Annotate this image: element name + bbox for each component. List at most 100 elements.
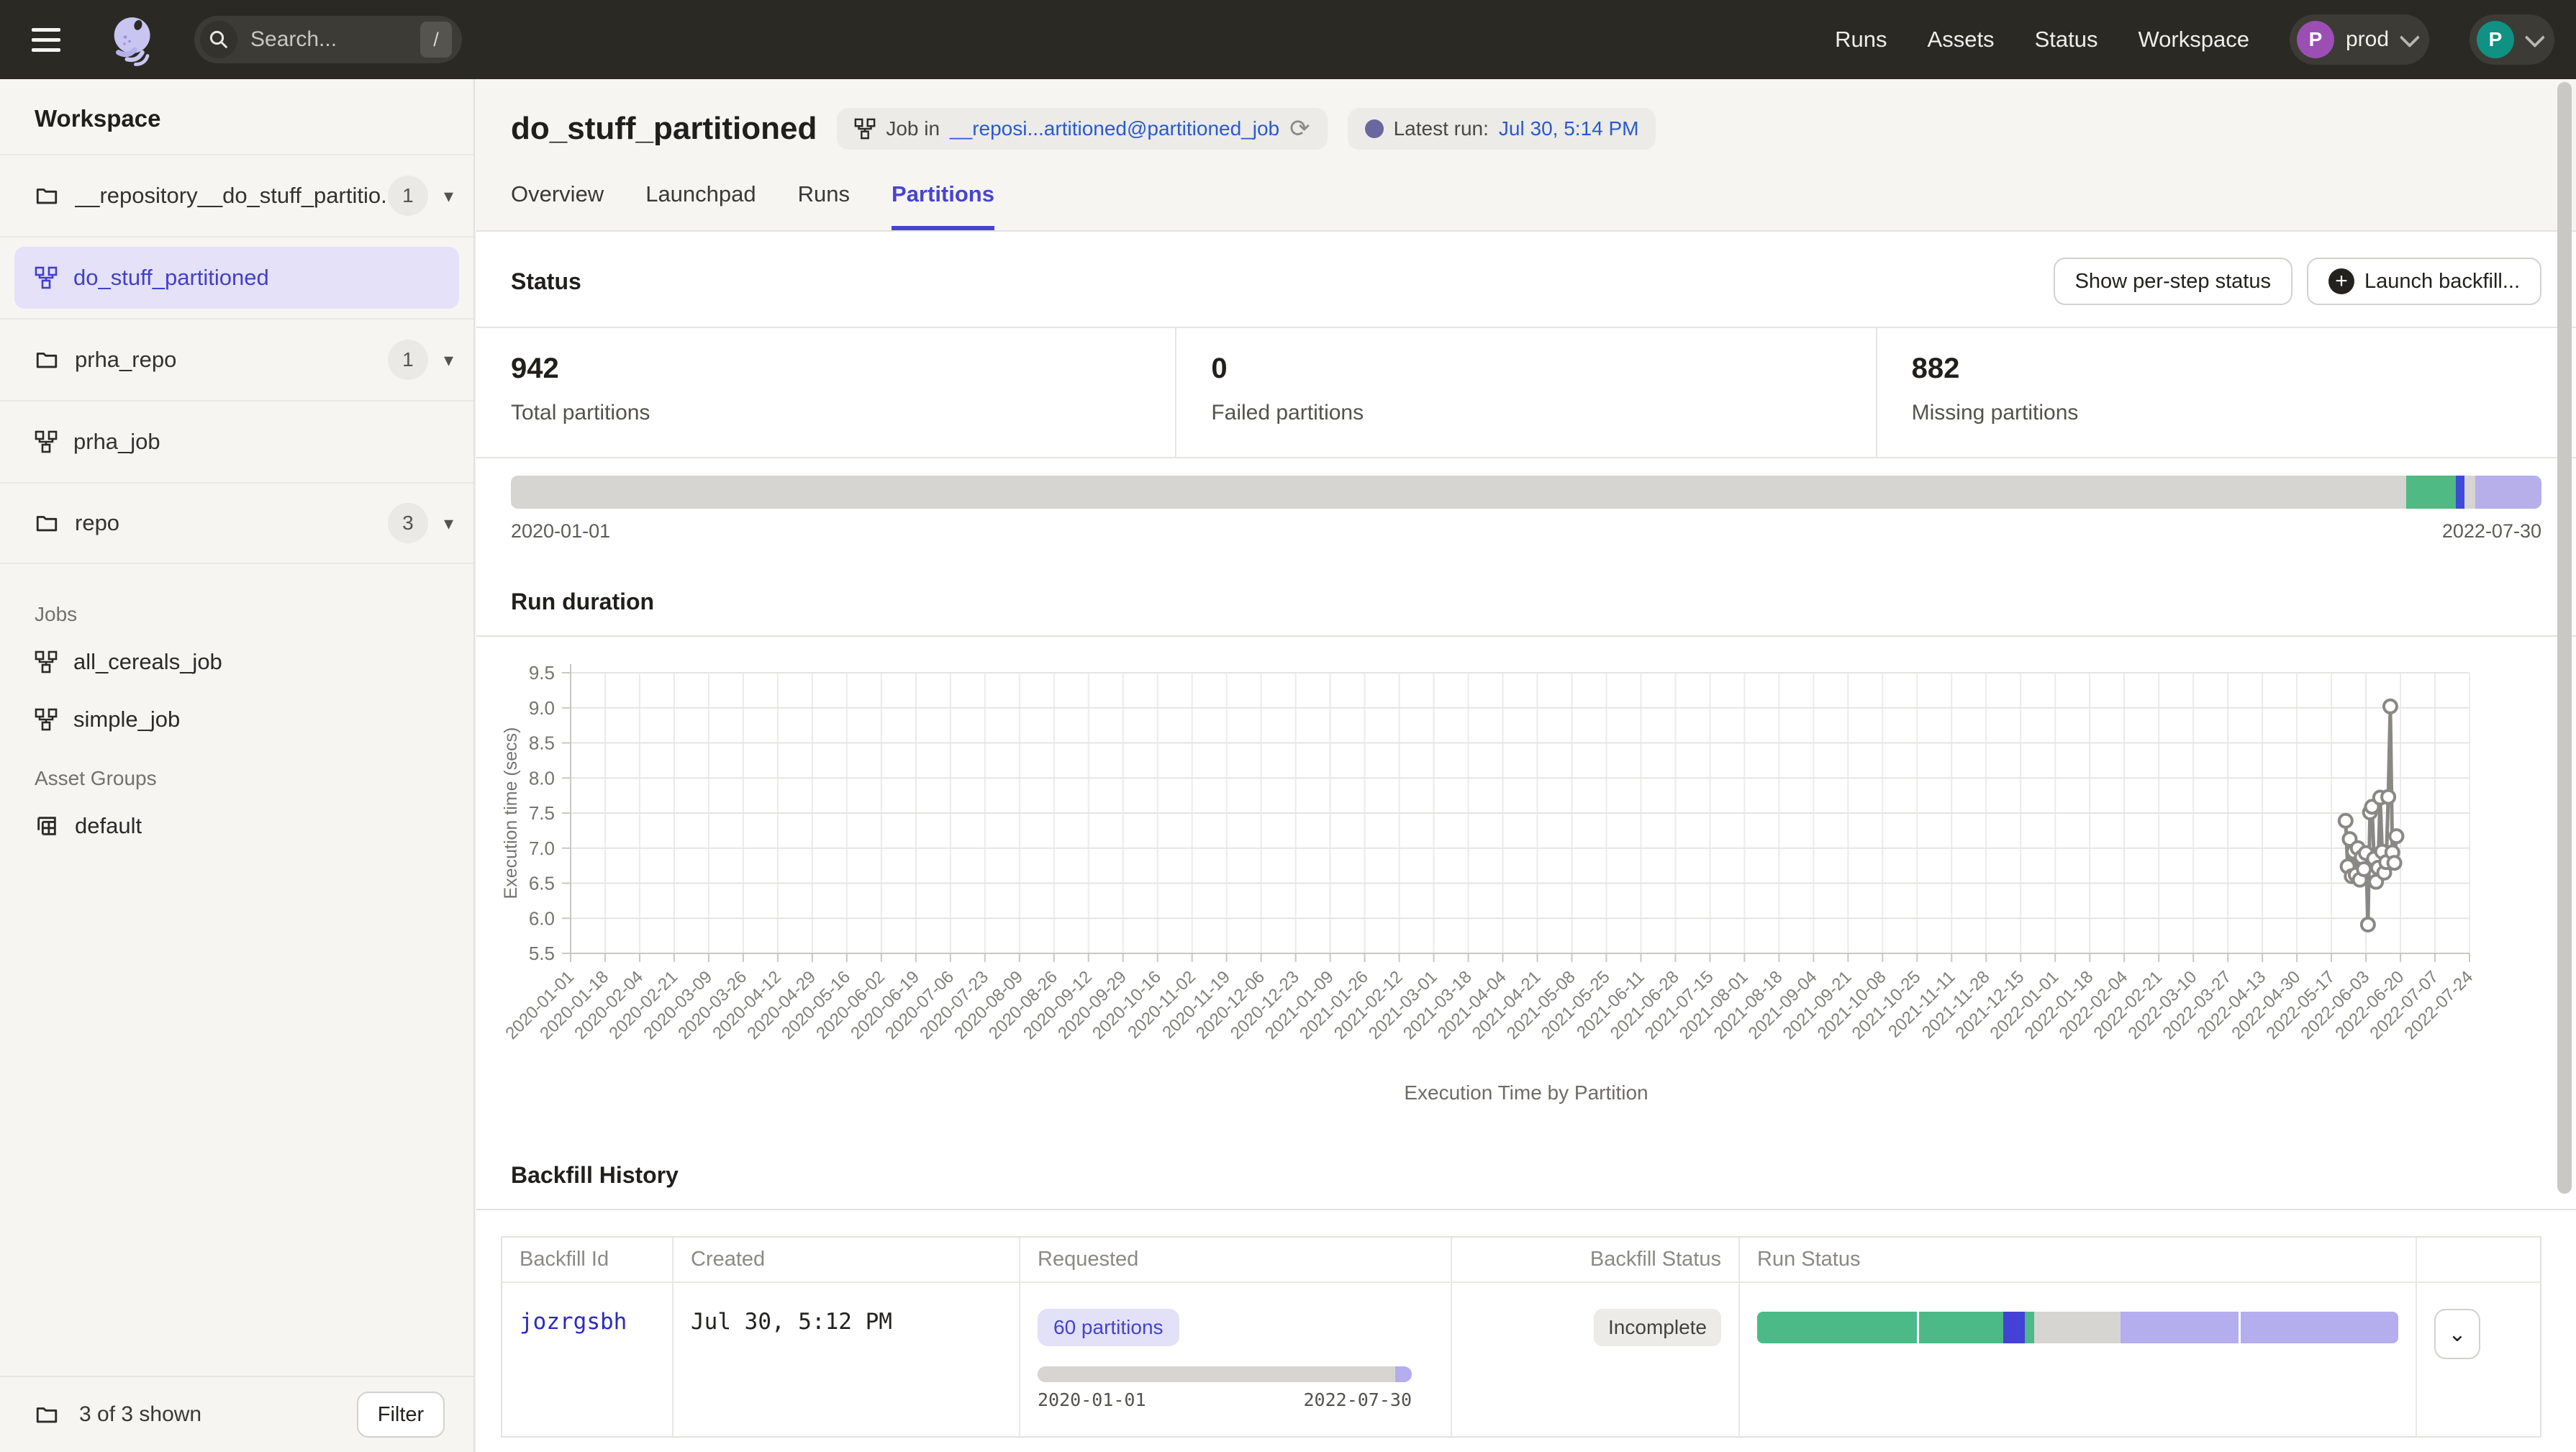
top-nav-link-status[interactable]: Status bbox=[2035, 27, 2098, 53]
launch-backfill-button[interactable]: + Launch backfill... bbox=[2307, 258, 2541, 305]
tab-overview[interactable]: Overview bbox=[511, 181, 604, 230]
partition-bar-segment bbox=[2475, 476, 2541, 509]
requested-partitions-tag[interactable]: 60 partitions bbox=[1038, 1309, 1179, 1346]
partition-range-end: 2022-07-30 bbox=[2442, 520, 2541, 543]
top-nav-link-workspace[interactable]: Workspace bbox=[2138, 27, 2249, 53]
reload-icon[interactable]: ⟳ bbox=[1289, 117, 1310, 141]
partition-range-start: 2020-01-01 bbox=[511, 520, 610, 543]
stat-failed-partitions: 0Failed partitions bbox=[1176, 328, 1877, 457]
search-icon bbox=[200, 21, 237, 58]
run-status-segment bbox=[1919, 1312, 2004, 1343]
search-shortcut-key: / bbox=[420, 22, 452, 58]
tab-runs[interactable]: Runs bbox=[798, 181, 850, 230]
tab-launchpad[interactable]: Launchpad bbox=[645, 181, 756, 230]
sidebar-item-repo[interactable]: repo3▾ bbox=[0, 482, 473, 564]
svg-text:7.0: 7.0 bbox=[529, 838, 555, 859]
chevron-down-icon bbox=[2525, 27, 2545, 47]
backfill-id-link[interactable]: jozrgsbh bbox=[520, 1309, 627, 1335]
sidebar-section-label: Asset Groups bbox=[35, 767, 439, 790]
job-icon bbox=[35, 266, 58, 289]
sidebar-item-label: default bbox=[75, 813, 142, 839]
stat-missing-partitions: 882Missing partitions bbox=[1877, 328, 2576, 457]
latest-run-link[interactable]: Jul 30, 5:14 PM bbox=[1499, 117, 1639, 140]
status-heading: Status bbox=[511, 268, 581, 295]
partition-status-bar[interactable] bbox=[511, 476, 2541, 509]
stat-total-partitions: 942Total partitions bbox=[476, 328, 1176, 457]
job-count-badge: 1 bbox=[388, 340, 428, 380]
job-icon bbox=[35, 650, 58, 673]
chevron-down-icon bbox=[2400, 27, 2420, 47]
run-status-segment bbox=[1757, 1312, 1917, 1343]
top-nav-link-runs[interactable]: Runs bbox=[1835, 27, 1887, 53]
column-header-run-status: Run Status bbox=[1740, 1238, 2417, 1281]
created-timestamp: Jul 30, 5:12 PM bbox=[691, 1309, 892, 1335]
job-icon bbox=[35, 430, 58, 453]
svg-text:8.5: 8.5 bbox=[529, 732, 555, 754]
sidebar-item-selected[interactable]: do_stuff_partitioned bbox=[14, 247, 459, 309]
deployment-switcher[interactable]: P prod bbox=[2290, 14, 2429, 65]
main-panel: do_stuff_partitioned Job in __reposi...a… bbox=[476, 79, 2576, 1452]
svg-text:8.0: 8.0 bbox=[529, 767, 555, 789]
svg-text:5.5: 5.5 bbox=[529, 943, 555, 964]
row-expand-button[interactable]: ⌄ bbox=[2434, 1309, 2480, 1359]
backfill-history-table: Backfill IdCreatedRequestedBackfill Stat… bbox=[501, 1236, 2541, 1438]
sidebar-asset-group-default[interactable]: default bbox=[35, 797, 439, 855]
svg-text:7.5: 7.5 bbox=[529, 802, 555, 824]
sidebar-item-label: simple_job bbox=[73, 707, 180, 732]
requested-bar-segment bbox=[1395, 1366, 1412, 1382]
top-nav-bar: Search... / Runs Assets Status Workspace P … bbox=[0, 0, 2576, 79]
expand-caret-icon[interactable]: ▾ bbox=[444, 185, 453, 207]
sidebar-job-all_cereals_job[interactable]: all_cereals_job bbox=[35, 633, 439, 691]
stat-value: 0 bbox=[1211, 353, 1841, 385]
created-cell: Jul 30, 5:12 PM bbox=[674, 1283, 1020, 1436]
run-status-bar[interactable] bbox=[1757, 1312, 2398, 1343]
show-per-step-status-button[interactable]: Show per-step status bbox=[2054, 258, 2292, 305]
sidebar-item--repository-do-stuff-partitio-[interactable]: __repository__do_stuff_partitio...1▾ bbox=[0, 154, 473, 236]
stat-label: Total partitions bbox=[511, 401, 1140, 425]
sidebar-item-label: all_cereals_job bbox=[73, 649, 222, 675]
search-input[interactable]: Search... / bbox=[194, 16, 462, 63]
partition-bar-segment bbox=[2406, 476, 2456, 509]
run-status-segment bbox=[2034, 1312, 2121, 1343]
repo-count-text: 3 of 3 shown bbox=[79, 1402, 340, 1427]
requested-bar-segment bbox=[1038, 1366, 1395, 1382]
sidebar-item-prha-job[interactable]: prha_job bbox=[0, 400, 473, 482]
job-origin-link[interactable]: __reposi...artitioned@partitioned_job bbox=[950, 117, 1279, 140]
folder-icon bbox=[35, 511, 59, 535]
svg-text:9.0: 9.0 bbox=[529, 697, 555, 719]
backfill-history-divider bbox=[476, 1209, 2576, 1210]
show-per-step-status-label: Show per-step status bbox=[2075, 270, 2271, 294]
sidebar-section-label: Jobs bbox=[35, 603, 439, 626]
user-avatar: P bbox=[2477, 21, 2514, 58]
sidebar-item-list: __repository__do_stuff_partitio...1▾ do_s… bbox=[0, 154, 473, 564]
execution-time-chart[interactable]: 9.59.08.58.07.57.06.56.05.52020-01-01202… bbox=[476, 637, 2534, 1126]
user-menu[interactable]: P bbox=[2470, 14, 2554, 65]
sidebar-item-do-stuff-partitioned: do_stuff_partitioned bbox=[0, 236, 473, 318]
backfill-status-cell: Incomplete bbox=[1452, 1283, 1740, 1436]
requested-progress-bar bbox=[1038, 1366, 1412, 1382]
sidebar-job-simple_job[interactable]: simple_job bbox=[35, 691, 439, 748]
expand-caret-icon[interactable]: ▾ bbox=[444, 512, 453, 535]
sidebar-item-prha-repo[interactable]: prha_repo1▾ bbox=[0, 318, 473, 400]
partition-bar-segment bbox=[2464, 476, 2476, 509]
expand-caret-icon[interactable]: ▾ bbox=[444, 349, 453, 371]
chart-caption: Execution Time by Partition bbox=[476, 1081, 2576, 1104]
page-scrollbar[interactable] bbox=[2557, 82, 2572, 1194]
page-tabs: Overview Launchpad Runs Partitions bbox=[511, 181, 2541, 230]
hamburger-menu-icon[interactable] bbox=[32, 17, 78, 63]
backfill-table-body: jozrgsbh Jul 30, 5:12 PM 60 partitions 2020… bbox=[502, 1281, 2540, 1436]
filter-button[interactable]: Filter bbox=[357, 1392, 445, 1438]
page-header: do_stuff_partitioned Job in __reposi...a… bbox=[476, 79, 2576, 230]
requested-date-range: 2020-01-012022-07-30 bbox=[1038, 1389, 1412, 1410]
tab-partitions[interactable]: Partitions bbox=[892, 181, 994, 230]
run-status-segment bbox=[2121, 1312, 2239, 1343]
sidebar-item-label: prha_job bbox=[73, 429, 453, 455]
deployment-label: prod bbox=[2346, 27, 2389, 52]
sidebar-title: Workspace bbox=[0, 79, 473, 154]
top-nav-link-assets[interactable]: Assets bbox=[1928, 27, 1995, 53]
backfill-table-header: Backfill IdCreatedRequestedBackfill Stat… bbox=[502, 1238, 2540, 1281]
column-header-backfill-id: Backfill Id bbox=[502, 1238, 674, 1281]
dagster-app: Search... / Runs Assets Status Workspace P … bbox=[0, 0, 2576, 1452]
search-placeholder: Search... bbox=[250, 27, 420, 52]
sidebar-footer: 3 of 3 shown Filter bbox=[0, 1376, 473, 1452]
